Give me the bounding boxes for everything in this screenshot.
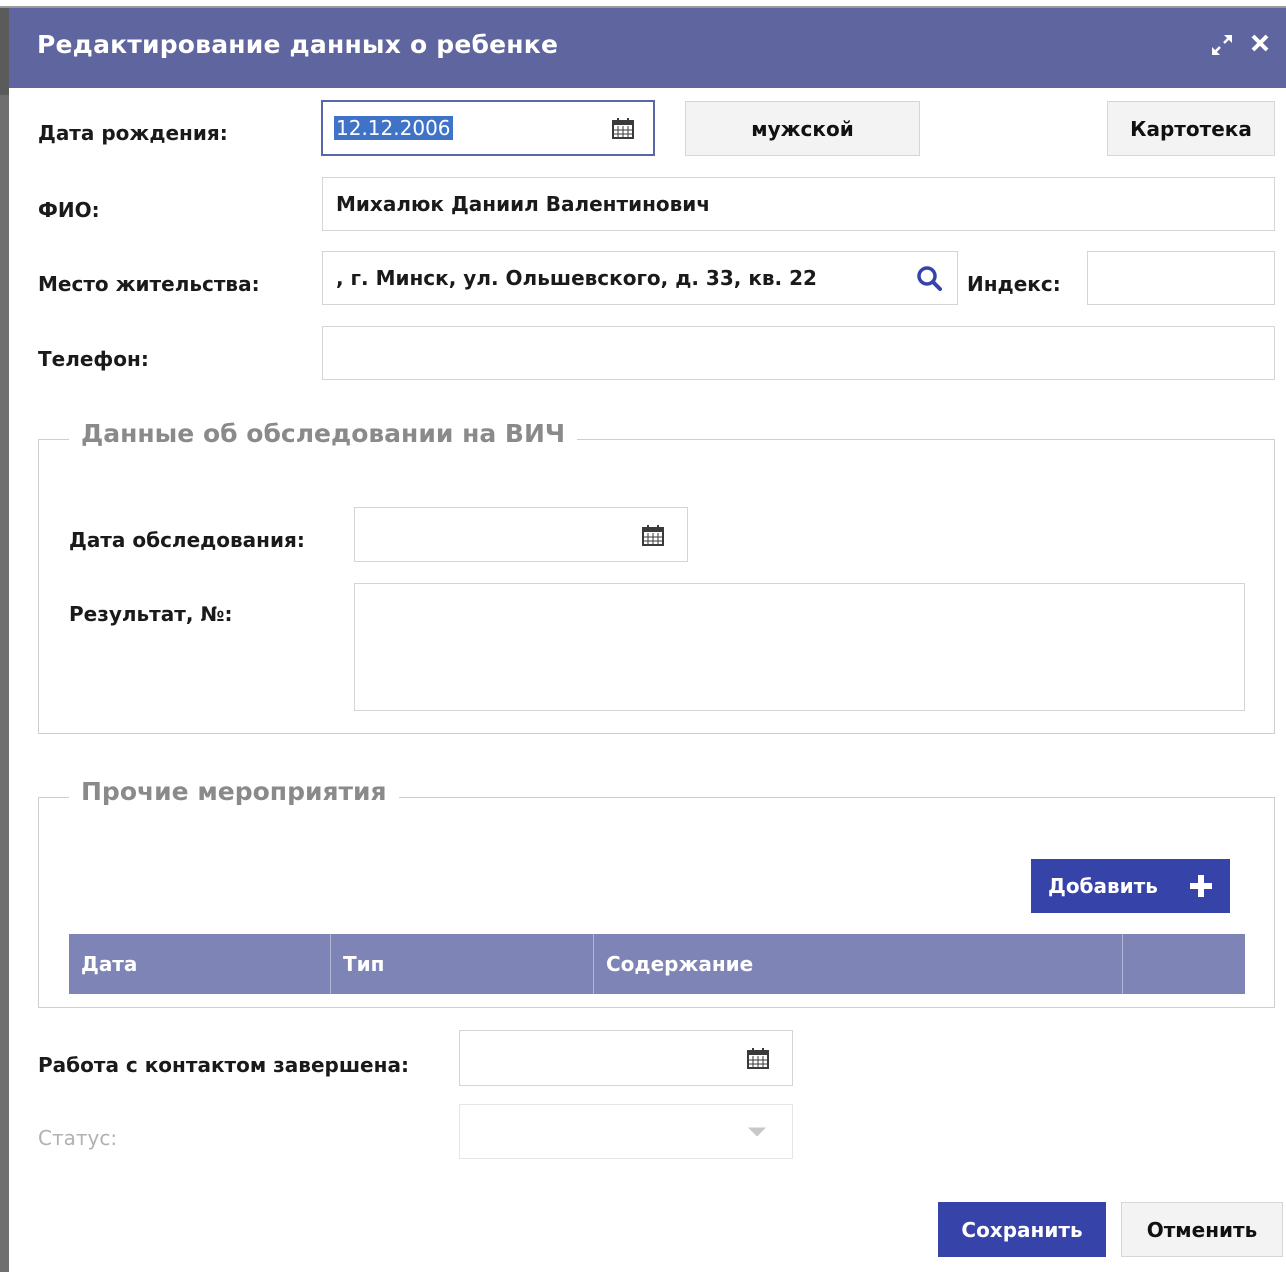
save-button[interactable]: Сохранить xyxy=(938,1202,1106,1257)
search-icon[interactable] xyxy=(916,265,942,291)
add-activity-button[interactable]: Добавить xyxy=(1031,859,1230,913)
maximize-icon[interactable] xyxy=(1209,32,1235,58)
phone-label: Телефон: xyxy=(38,347,149,371)
dialog-title: Редактирование данных о ребенке xyxy=(37,30,559,59)
plus-icon xyxy=(1188,873,1214,899)
phone-input[interactable] xyxy=(322,326,1275,380)
cancel-button[interactable]: Отменить xyxy=(1121,1202,1283,1257)
dialog-titlebar[interactable]: Редактирование данных о ребенке xyxy=(9,8,1286,88)
close-icon[interactable] xyxy=(1247,32,1273,58)
fio-label: ФИО: xyxy=(38,198,100,222)
fio-input[interactable]: Михалюк Даниил Валентинович xyxy=(322,177,1275,231)
exam-date-input[interactable] xyxy=(354,507,688,562)
fio-value: Михалюк Даниил Валентинович xyxy=(336,192,711,216)
gender-button[interactable]: мужской xyxy=(685,101,920,156)
contact-done-label: Работа с контактом завершена: xyxy=(38,1053,409,1077)
exam-date-label: Дата обследования: xyxy=(69,528,305,552)
other-activities-legend: Прочие мероприятия xyxy=(69,777,399,806)
birth-date-label: Дата рождения: xyxy=(38,121,228,145)
column-actions xyxy=(1123,934,1245,994)
index-input[interactable] xyxy=(1087,251,1275,305)
calendar-icon[interactable] xyxy=(747,1047,769,1069)
status-label: Статус: xyxy=(38,1126,118,1150)
calendar-icon[interactable] xyxy=(612,117,634,139)
index-label: Индекс: xyxy=(967,272,1061,296)
column-content[interactable]: Содержание xyxy=(594,934,1123,994)
other-activities-fieldset: Прочие мероприятия Добавить Дата Тип Сод… xyxy=(38,777,1275,1008)
hiv-exam-fieldset: Данные об обследовании на ВИЧ Дата обсле… xyxy=(38,419,1275,734)
result-label: Результат, №: xyxy=(69,602,233,626)
edit-child-dialog: Редактирование данных о ребенке Дата рож… xyxy=(9,8,1286,1272)
window-left-edge-lower xyxy=(0,95,9,1272)
chevron-down-icon xyxy=(748,1127,766,1136)
hiv-exam-legend: Данные об обследовании на ВИЧ xyxy=(69,419,578,448)
calendar-icon[interactable] xyxy=(642,524,664,546)
card-index-button[interactable]: Картотека xyxy=(1107,101,1275,156)
birth-date-input[interactable]: 12.12.2006 xyxy=(321,100,655,156)
column-type[interactable]: Тип xyxy=(331,934,594,994)
column-date[interactable]: Дата xyxy=(69,934,331,994)
birth-date-value: 12.12.2006 xyxy=(334,116,453,140)
address-label: Место жительства: xyxy=(38,272,260,296)
contact-done-date-input[interactable] xyxy=(459,1030,793,1086)
address-value: , г. Минск, ул. Ольшевского, д. 33, кв. … xyxy=(336,266,817,290)
status-select xyxy=(459,1104,793,1159)
activities-grid-header: Дата Тип Содержание xyxy=(69,934,1245,994)
address-input[interactable]: , г. Минск, ул. Ольшевского, д. 33, кв. … xyxy=(322,251,958,305)
result-textarea[interactable] xyxy=(354,583,1245,711)
